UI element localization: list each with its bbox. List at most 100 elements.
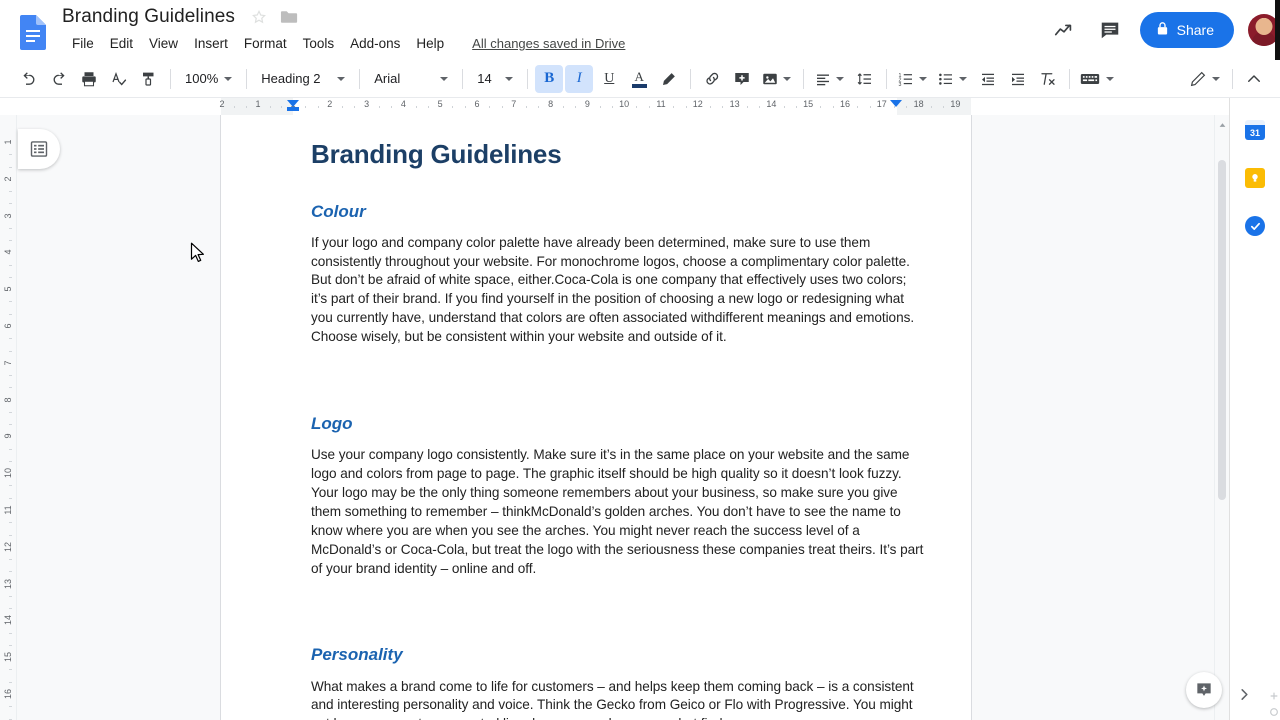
section-body-personality[interactable]: What makes a brand come to life for cust…	[311, 678, 924, 720]
menu-add-ons[interactable]: Add-ons	[342, 34, 408, 53]
ruler-tick-label: 6	[474, 99, 480, 109]
docs-file-icon[interactable]	[18, 14, 48, 50]
comment-icon[interactable]	[1090, 10, 1130, 50]
insert-image-icon[interactable]	[758, 65, 796, 93]
ruler-minor-tick	[391, 106, 393, 108]
menu-tools[interactable]: Tools	[295, 34, 343, 53]
app-header: Branding Guidelines File Edit View Inser…	[0, 0, 1280, 60]
scroll-up-arrow[interactable]	[1218, 117, 1227, 127]
highlight-pen-icon[interactable]	[655, 65, 683, 93]
expand-panel-chevron-icon[interactable]	[1236, 684, 1252, 704]
toolbar-divider	[1232, 68, 1233, 89]
text-color-button[interactable]: A	[625, 65, 653, 93]
italic-button[interactable]: I	[565, 64, 594, 93]
document-workspace[interactable]: Branding Guidelines Colour If your logo …	[17, 115, 1229, 720]
ruler-minor-tick	[9, 301, 12, 303]
ruler-minor-tick	[9, 571, 12, 573]
ruler-minor-tick	[746, 106, 748, 108]
document-page[interactable]: Branding Guidelines Colour If your logo …	[221, 115, 971, 720]
menu-help[interactable]: Help	[408, 34, 452, 53]
font-size-select[interactable]: 14	[469, 65, 521, 93]
section-heading-logo[interactable]: Logo	[311, 413, 924, 435]
align-left-icon[interactable]	[811, 65, 849, 93]
ruler-minor-tick	[9, 411, 12, 413]
google-keep-icon[interactable]	[1237, 160, 1273, 196]
menu-view[interactable]: View	[141, 34, 186, 53]
ruler-minor-tick	[648, 106, 650, 108]
scrollbar-thumb[interactable]	[1218, 160, 1226, 500]
ruler-minor-tick	[234, 106, 235, 108]
ruler-minor-tick	[9, 669, 12, 671]
google-calendar-icon[interactable]: 31	[1237, 112, 1273, 148]
paint-format-icon[interactable]	[135, 65, 163, 93]
undo-icon[interactable]	[15, 65, 43, 93]
bold-button[interactable]: B	[535, 64, 564, 93]
ruler-minor-tick	[317, 106, 319, 108]
section-heading-personality[interactable]: Personality	[311, 644, 924, 666]
ruler-minor-tick	[857, 106, 859, 108]
menu-edit[interactable]: Edit	[102, 34, 141, 53]
menu-insert[interactable]: Insert	[186, 34, 236, 53]
ruler-minor-tick	[415, 106, 417, 108]
left-indent-marker[interactable]	[287, 100, 299, 107]
star-outline-icon[interactable]	[250, 8, 268, 26]
redo-icon[interactable]	[45, 65, 73, 93]
section-body-colour[interactable]: If your logo and company color palette h…	[311, 234, 924, 347]
paragraph-style-select[interactable]: Heading 2	[253, 65, 353, 93]
zoom-select[interactable]: 100%	[177, 65, 240, 93]
ruler-minor-tick	[685, 106, 687, 108]
lock-icon	[1156, 21, 1169, 39]
editing-pencil-icon[interactable]	[1186, 65, 1225, 93]
print-icon[interactable]	[75, 65, 103, 93]
ruler-tick-label: 8	[3, 397, 13, 403]
document-title-heading[interactable]: Branding Guidelines	[311, 138, 924, 171]
menu-file[interactable]: File	[64, 34, 102, 53]
page-title[interactable]: Branding Guidelines	[62, 6, 235, 28]
ruler-minor-tick	[599, 106, 601, 108]
decrease-indent-icon[interactable]	[974, 65, 1002, 93]
activity-trend-icon[interactable]	[1044, 10, 1084, 50]
horizontal-ruler[interactable]: 2 1 1 2 3 4 5 6 7 8 9 10 11 12 13 14 15 16 17 18 19	[0, 98, 1229, 115]
ruler-minor-tick	[9, 154, 12, 156]
ruler-tick-label: 10	[619, 99, 630, 109]
numbered-list-icon[interactable]: 1 2 3	[894, 65, 932, 93]
insert-link-icon[interactable]	[698, 65, 726, 93]
add-comment-icon[interactable]	[728, 65, 756, 93]
google-tasks-icon[interactable]	[1237, 208, 1273, 244]
menu-format[interactable]: Format	[236, 34, 295, 53]
bulleted-list-icon[interactable]	[934, 65, 972, 93]
font-family-select[interactable]: Arial	[366, 65, 456, 93]
ruler-minor-tick	[869, 106, 871, 108]
save-status[interactable]: All changes saved in Drive	[472, 36, 625, 51]
section-heading-colour[interactable]: Colour	[311, 201, 924, 223]
underline-button[interactable]: U	[595, 65, 623, 93]
vertical-scrollbar[interactable]	[1214, 115, 1229, 720]
page-content[interactable]: Branding Guidelines Colour If your logo …	[311, 138, 924, 720]
ruler-minor-tick	[906, 106, 908, 108]
explore-icon[interactable]	[1186, 672, 1222, 708]
collapse-menu-chevron-icon[interactable]	[1240, 65, 1268, 93]
ruler-tick-label: 11	[656, 99, 666, 109]
input-tools-keyboard-icon[interactable]	[1077, 65, 1119, 93]
left-indent-bar[interactable]	[287, 107, 299, 111]
document-outline-icon[interactable]	[18, 129, 60, 169]
text-color-label: A	[634, 68, 644, 84]
font-value: Arial	[374, 71, 401, 86]
right-indent-marker[interactable]	[890, 100, 902, 107]
spellcheck-icon[interactable]	[105, 65, 133, 93]
ruler-minor-tick	[562, 106, 564, 108]
share-button[interactable]: Share	[1139, 12, 1234, 48]
mouse-pointer	[190, 242, 206, 269]
ruler-minor-tick	[710, 106, 712, 108]
ruler-tick-label: 2	[219, 99, 225, 109]
ruler-minor-tick	[673, 106, 675, 108]
ruler-minor-tick	[9, 313, 12, 315]
folder-icon[interactable]	[280, 9, 298, 25]
text-color-swatch	[631, 83, 647, 88]
section-body-logo[interactable]: Use your company logo consistently. Make…	[311, 446, 924, 578]
formatting-toolbar: 100% Heading 2 Arial 14 B I U A 1 2 3	[0, 60, 1280, 98]
increase-indent-icon[interactable]	[1004, 65, 1032, 93]
line-spacing-icon[interactable]	[851, 65, 879, 93]
vertical-ruler[interactable]: 1234567891011121314151617	[0, 115, 17, 720]
clear-formatting-icon[interactable]	[1034, 65, 1062, 93]
